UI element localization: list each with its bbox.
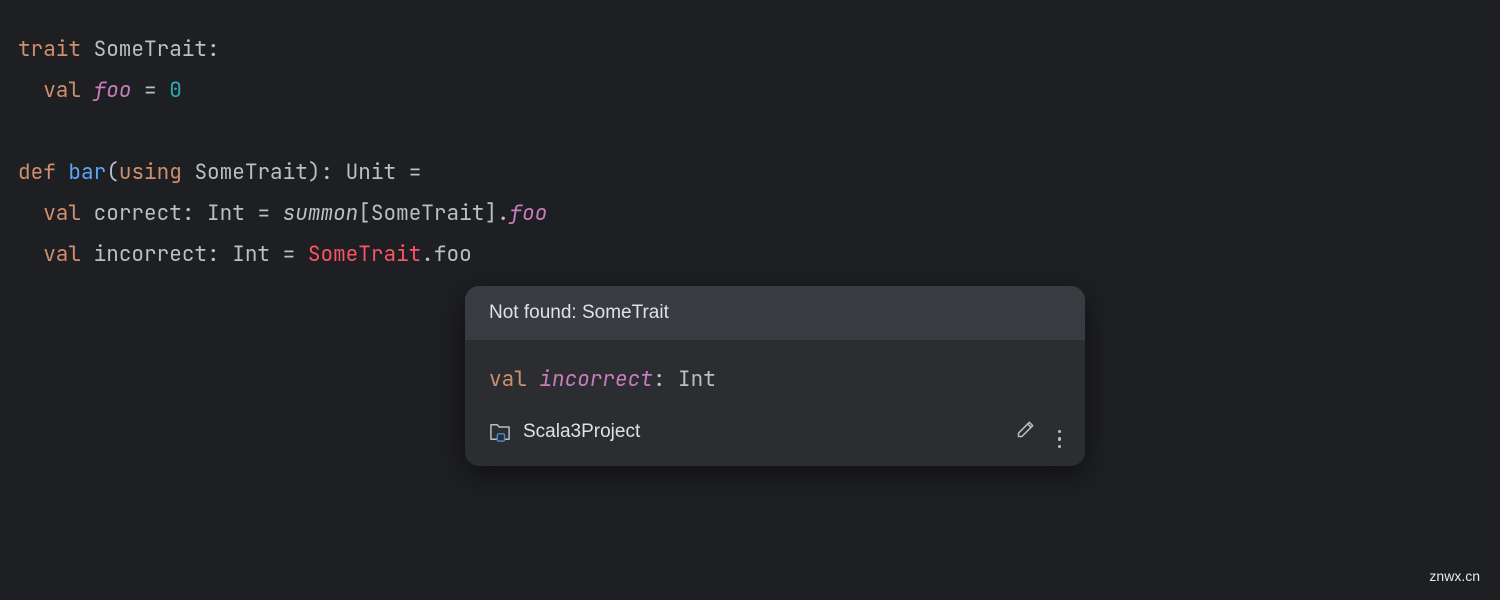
keyword-val: val <box>43 77 81 104</box>
summon-call: summon <box>283 200 359 227</box>
equals: = <box>257 200 270 227</box>
summon-type: SomeTrait <box>371 200 484 227</box>
keyword-def: def <box>18 159 56 186</box>
bracket-close: ]. <box>484 200 509 227</box>
member-foo: foo <box>94 77 132 104</box>
number-literal: 0 <box>169 77 182 104</box>
var-name: correct: <box>94 200 195 227</box>
error-identifier: SomeTrait <box>308 241 421 268</box>
tooltip-error-message: Not found: SomeTrait <box>465 286 1085 340</box>
folder-icon <box>489 422 511 442</box>
var-type: Int <box>232 241 270 268</box>
keyword-val: val <box>489 366 527 393</box>
keyword-trait: trait <box>18 36 81 63</box>
edit-icon[interactable] <box>1016 419 1036 445</box>
code-editor[interactable]: trait SomeTrait: val foo = 0 def bar(usi… <box>0 0 1500 306</box>
tooltip-body: val incorrect: Int Scala3Project <box>465 340 1085 466</box>
sig-name: incorrect <box>539 366 652 393</box>
tooltip-footer: Scala3Project <box>489 415 1061 448</box>
keyword-using: using <box>119 159 182 186</box>
equals: = <box>144 77 157 104</box>
dot-foo: .foo <box>421 241 471 268</box>
more-options-icon[interactable] <box>1058 415 1062 448</box>
var-type: Int <box>207 200 245 227</box>
return-type: Unit <box>346 159 396 186</box>
colon: : <box>207 36 220 63</box>
sig-type: Int <box>678 366 716 393</box>
trait-name: SomeTrait <box>94 36 207 63</box>
equals: = <box>409 159 422 186</box>
keyword-val: val <box>43 200 81 227</box>
function-name: bar <box>68 159 106 186</box>
tooltip-project-info: Scala3Project <box>489 421 640 443</box>
var-name: incorrect: <box>94 241 220 268</box>
paren-open: ( <box>106 159 119 186</box>
param-type: SomeTrait <box>194 159 307 186</box>
tooltip-signature: val incorrect: Int <box>489 366 1061 393</box>
member-foo: foo <box>510 200 548 227</box>
equals: = <box>283 241 296 268</box>
keyword-val: val <box>43 241 81 268</box>
watermark: znwx.cn <box>1429 568 1480 584</box>
sig-colon: : <box>653 366 666 393</box>
bracket-open: [ <box>358 200 371 227</box>
project-name: Scala3Project <box>523 421 640 443</box>
paren-close: ): <box>308 159 333 186</box>
error-tooltip: Not found: SomeTrait val incorrect: Int … <box>465 286 1085 466</box>
